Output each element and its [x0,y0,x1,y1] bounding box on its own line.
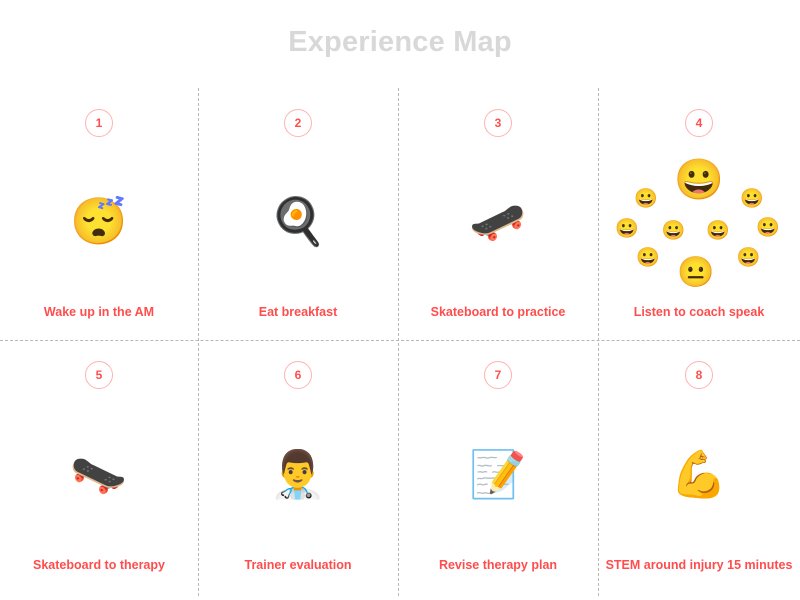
step-label: Skateboard to practice [430,305,566,319]
grinning-face-small-icon: 😀 [755,217,780,239]
step-number-badge: 3 [484,109,512,137]
step-artwork: 📝 [398,389,598,558]
step-label: Skateboard to therapy [33,558,165,572]
step-label: Eat breakfast [258,305,338,319]
step-number-badge: 8 [685,361,713,389]
health-worker-icon: 👨‍⚕️ [269,447,327,500]
step-cell-4[interactable]: 4 😀 😀 😀 😀 😀 😀 😀 😀 😀 😐 Listen to coach speak [598,88,800,340]
step-cell-6[interactable]: 6 👨‍⚕️ Trainer evaluation [198,340,398,600]
step-artwork: 🍳 [198,137,398,305]
step-number-badge: 5 [85,361,113,389]
smiley-face-cluster-icon: 😀 😀 😀 😀 😀 😀 😀 😀 😀 😐 [615,158,780,287]
sleeping-face-icon: 😴 [70,195,128,247]
cooking-fried-egg-icon: 🍳 [269,195,327,247]
step-label: STEM around injury 15 minutes [605,558,793,572]
grinning-face-small-icon: 😀 [661,220,686,242]
steps-grid: 1 😴 Wake up in the AM 2 🍳 Eat breakfast … [0,88,800,600]
grinning-face-large-icon: 😀 [674,158,724,203]
step-number-badge: 4 [685,109,713,137]
step-label: Listen to coach speak [633,305,765,319]
step-label: Wake up in the AM [43,305,155,319]
neutral-face-icon: 😐 [677,255,715,289]
grinning-face-small-icon: 😀 [739,188,764,210]
step-artwork: 😀 😀 😀 😀 😀 😀 😀 😀 😀 😐 [598,137,800,305]
step-number-badge: 6 [284,361,312,389]
step-number-badge: 2 [284,109,312,137]
skateboarder-icon: 🛹 [70,447,128,500]
grinning-face-small-icon: 😀 [736,247,761,269]
step-cell-5[interactable]: 5 🛹 Skateboard to therapy [0,340,198,600]
step-label: Trainer evaluation [244,558,352,572]
step-number-badge: 1 [85,109,113,137]
step-cell-7[interactable]: 7 📝 Revise therapy plan [398,340,598,600]
step-label: Revise therapy plan [438,558,558,572]
step-cell-3[interactable]: 3 🛹 Skateboard to practice [398,88,598,340]
step-artwork: 🛹 [398,137,598,305]
grinning-face-small-icon: 😀 [634,188,659,210]
experience-map-board: Experience Map 1 😴 Wake up in the AM 2 🍳… [0,0,800,600]
step-artwork: 👨‍⚕️ [198,389,398,558]
grinning-face-small-icon: 😀 [615,218,639,240]
step-cell-8[interactable]: 8 💪 STEM around injury 15 minutes [598,340,800,600]
skateboarder-icon: 🛹 [469,195,527,247]
flexed-bicep-icon: 💪 [670,447,728,500]
step-cell-2[interactable]: 2 🍳 Eat breakfast [198,88,398,340]
memo-pencil-icon: 📝 [469,447,527,500]
step-artwork: 💪 [598,389,800,558]
page-title: Experience Map [288,26,512,58]
grinning-face-small-icon: 😀 [635,247,660,269]
grinning-face-small-icon: 😀 [706,220,731,242]
step-number-badge: 7 [484,361,512,389]
step-artwork: 🛹 [0,389,198,558]
step-cell-1[interactable]: 1 😴 Wake up in the AM [0,88,198,340]
step-artwork: 😴 [0,137,198,305]
